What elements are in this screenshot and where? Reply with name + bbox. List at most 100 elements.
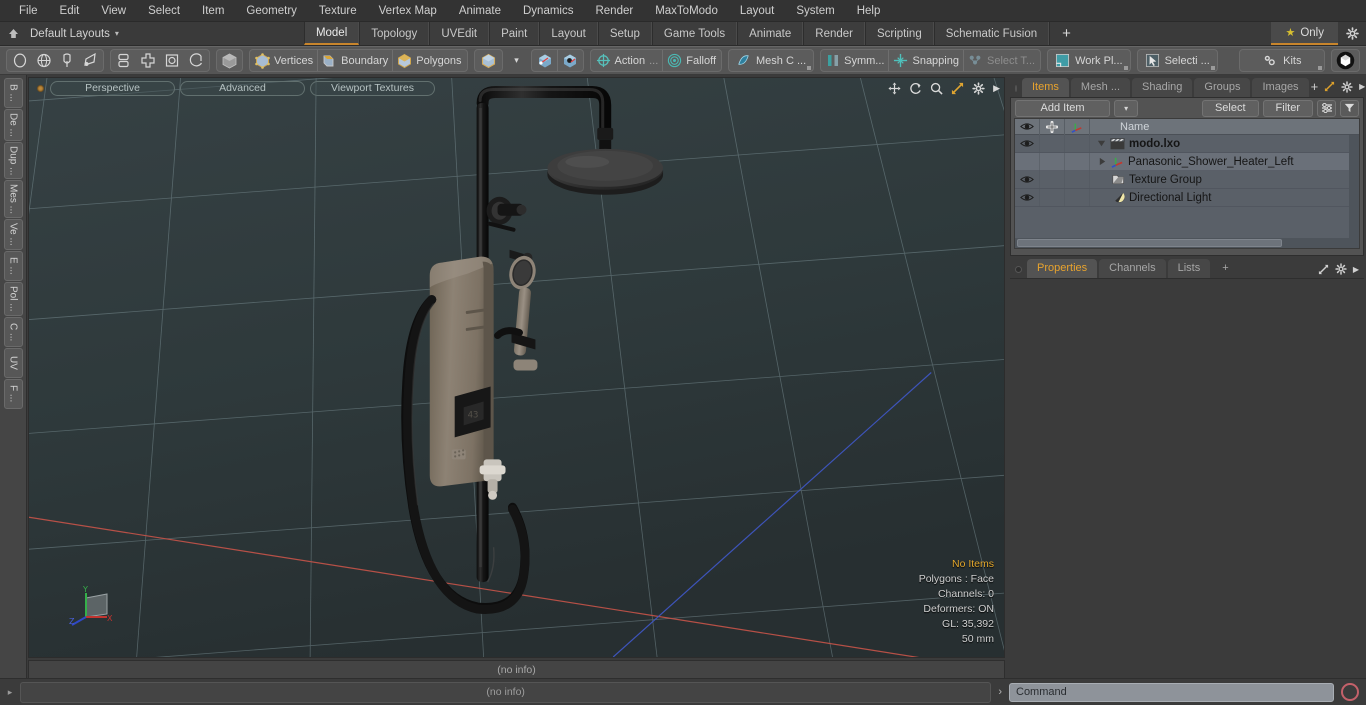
left-tab-fusion[interactable]: F ... xyxy=(3,378,23,409)
record-icon[interactable] xyxy=(1341,683,1359,701)
left-tab-mesh-edit[interactable]: Mes ... xyxy=(3,180,23,219)
left-tab-polygon[interactable]: Pol ... xyxy=(3,282,23,316)
add-item-caret[interactable]: ▾ xyxy=(1114,99,1139,117)
filter-funnel-icon[interactable] xyxy=(1340,99,1359,117)
select-through-button[interactable]: Select T... xyxy=(962,50,1039,71)
left-tab-curve[interactable]: C ... xyxy=(3,316,23,347)
menu-item-vertex-map[interactable]: Vertex Map xyxy=(368,0,448,22)
mode-polygons[interactable]: Polygons xyxy=(392,50,465,71)
fit-icon[interactable] xyxy=(951,82,964,95)
viewport-style-dropdown[interactable]: Advanced xyxy=(180,80,305,96)
filter-list-icon[interactable] xyxy=(1317,99,1336,117)
array-tool-icon[interactable] xyxy=(112,50,136,71)
tab-topology[interactable]: Topology xyxy=(359,22,430,45)
zoom-icon[interactable] xyxy=(930,82,943,95)
viewport-more-icon[interactable]: ▶ xyxy=(993,83,1000,93)
menu-item-item[interactable]: Item xyxy=(191,0,235,22)
panel-gear-icon[interactable] xyxy=(1341,80,1353,93)
status-expand-arrow[interactable]: ▸ xyxy=(4,687,16,698)
row-visibility-toggle[interactable] xyxy=(1015,170,1040,189)
left-tab-deform[interactable]: De ... xyxy=(3,109,23,141)
item-list-vscrollbar[interactable] xyxy=(1349,135,1359,238)
tab-paint[interactable]: Paint xyxy=(489,22,540,45)
rotate-icon[interactable] xyxy=(909,82,922,95)
tab-model[interactable]: Model xyxy=(303,22,360,45)
tab-uvedit[interactable]: UVEdit xyxy=(429,22,490,45)
tab-game-tools[interactable]: Game Tools xyxy=(651,22,738,45)
left-tab-vertex[interactable]: Ve ... xyxy=(3,219,23,251)
menu-item-texture[interactable]: Texture xyxy=(308,0,368,22)
table-row[interactable]: Panasonic_Shower_Heater_Left xyxy=(1015,152,1359,171)
row-lock-cell[interactable] xyxy=(1040,170,1065,189)
work-plane-button[interactable]: Work Pl... xyxy=(1047,49,1131,72)
menu-item-geometry[interactable]: Geometry xyxy=(235,0,308,22)
gear-icon[interactable] xyxy=(1338,22,1366,45)
symmetry-button[interactable]: Symm... xyxy=(822,50,888,71)
curve-tool-icon[interactable] xyxy=(78,50,102,71)
tab-setup[interactable]: Setup xyxy=(597,22,652,45)
row-lock-cell[interactable] xyxy=(1040,134,1065,153)
row-lock-cell[interactable] xyxy=(1040,188,1065,207)
snapping-button[interactable]: Snapping xyxy=(888,50,963,71)
add-props-tab-button[interactable]: + xyxy=(1212,259,1238,278)
left-tab-uv[interactable]: UV xyxy=(3,347,23,378)
tab-images[interactable]: Images xyxy=(1252,78,1309,97)
item-list-hscroll-thumb[interactable] xyxy=(1017,239,1282,247)
bevel-tool-icon[interactable] xyxy=(160,50,184,71)
tab-properties[interactable]: Properties xyxy=(1027,259,1098,278)
filter-button[interactable]: Filter xyxy=(1262,99,1313,117)
row-transform-cell[interactable] xyxy=(1065,152,1090,171)
default-layouts-dropdown[interactable]: Default Layouts ▾ xyxy=(26,22,129,45)
props-drag-handle[interactable] xyxy=(1015,266,1022,273)
globe-tool-icon[interactable] xyxy=(32,50,56,71)
row-visibility-toggle[interactable] xyxy=(1015,152,1040,171)
left-tab-duplicate[interactable]: Dup ... xyxy=(3,141,23,180)
props-gear-icon[interactable] xyxy=(1335,263,1347,275)
menu-item-render[interactable]: Render xyxy=(584,0,644,22)
row-name-cell[interactable]: Texture Group xyxy=(1090,174,1202,186)
tab-mesh-ops[interactable]: Mesh ... xyxy=(1070,78,1131,97)
viewport-textures-dropdown[interactable]: Viewport Textures xyxy=(310,80,435,96)
select-button[interactable]: Select xyxy=(1201,99,1259,117)
only-toggle-button[interactable]: ★ Only xyxy=(1271,22,1338,45)
modo-logo-icon[interactable] xyxy=(1330,49,1360,72)
menu-item-system[interactable]: System xyxy=(785,0,845,22)
menu-item-help[interactable]: Help xyxy=(846,0,892,22)
item-mode-icon[interactable] xyxy=(216,49,243,72)
mirror-tool-icon[interactable] xyxy=(136,50,160,71)
tab-items[interactable]: Items xyxy=(1022,78,1069,97)
add-item-button[interactable]: Add Item xyxy=(1015,99,1111,117)
tab-schematic-fusion[interactable]: Schematic Fusion xyxy=(933,22,1050,45)
props-more-icon[interactable]: ▶ xyxy=(1353,265,1359,274)
action-center-button[interactable]: Action ... xyxy=(592,50,663,71)
row-visibility-toggle[interactable] xyxy=(1015,134,1040,153)
row-lock-cell[interactable] xyxy=(1040,152,1065,171)
cube-dropdown-caret[interactable]: ▾ xyxy=(506,50,528,71)
tab-animate[interactable]: Animate xyxy=(737,22,804,45)
props-popout-icon[interactable] xyxy=(1318,264,1329,275)
viewport-projection-dropdown[interactable]: Perspective xyxy=(50,80,175,96)
menu-item-select[interactable]: Select xyxy=(137,0,191,22)
row-transform-cell[interactable] xyxy=(1065,170,1090,189)
left-tab-basic[interactable]: B ... xyxy=(3,78,23,108)
table-row[interactable]: modo.lxo xyxy=(1015,134,1359,153)
command-input[interactable]: Command xyxy=(1009,682,1334,702)
pen-tool-icon[interactable] xyxy=(56,50,78,71)
pan-icon[interactable] xyxy=(888,81,901,95)
tab-channels[interactable]: Channels xyxy=(1099,259,1166,278)
pivot-axis-icon[interactable] xyxy=(556,50,582,71)
panel-drag-handle[interactable] xyxy=(1015,85,1017,92)
menu-item-dynamics[interactable]: Dynamics xyxy=(512,0,584,22)
tab-render[interactable]: Render xyxy=(803,22,865,45)
add-tab-button[interactable]: + xyxy=(1049,22,1083,45)
item-list[interactable]: Name modo.lxo Panasonic_Shower_Heater_Le… xyxy=(1014,118,1360,249)
kits-button[interactable]: Kits xyxy=(1238,49,1325,72)
mode-boundary[interactable]: Boundary xyxy=(317,50,392,71)
tab-groups[interactable]: Groups xyxy=(1194,78,1251,97)
add-panel-tab-button[interactable]: + xyxy=(1311,79,1319,94)
falloff-button[interactable]: Falloff xyxy=(662,50,720,71)
loop-tool-icon[interactable] xyxy=(184,50,208,71)
table-row[interactable]: Texture Group xyxy=(1015,170,1359,189)
row-transform-cell[interactable] xyxy=(1065,134,1090,153)
menu-item-file[interactable]: File xyxy=(8,0,49,22)
